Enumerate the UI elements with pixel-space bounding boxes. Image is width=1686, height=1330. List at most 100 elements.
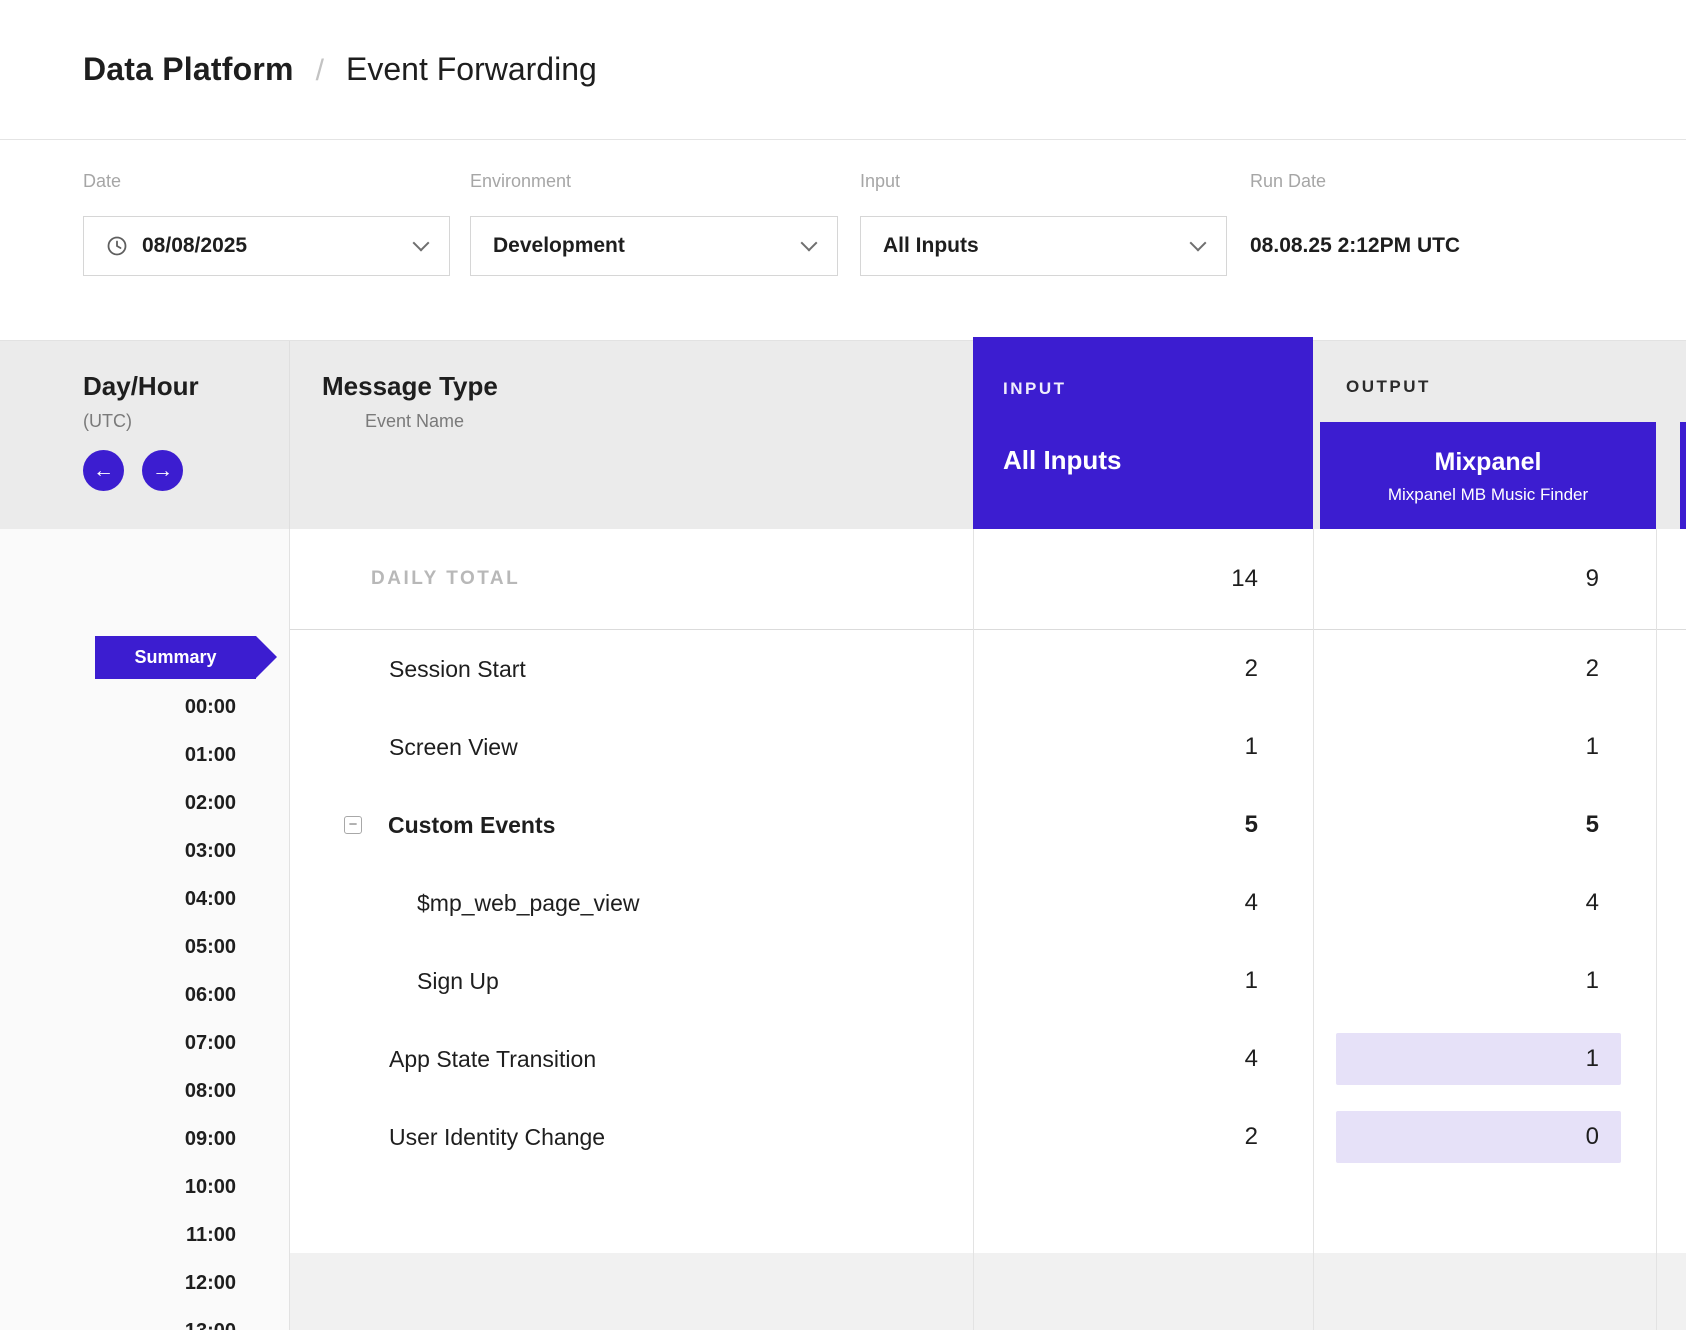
hour-slot[interactable]: 01:00 <box>0 731 289 779</box>
event-name-cell: $mp_web_page_view <box>290 890 973 917</box>
daily-total-input-cell: 14 <box>973 565 1313 593</box>
breadcrumb: Data Platform / Event Forwarding <box>83 51 597 88</box>
input-count-cell: 4 <box>973 1045 1313 1073</box>
event-name-label: Screen View <box>389 734 518 761</box>
arrow-left-icon: ← <box>93 460 114 481</box>
breadcrumb-separator: / <box>316 54 324 88</box>
next-output-column-sliver <box>1680 422 1686 530</box>
breadcrumb-parent-link[interactable]: Data Platform <box>83 51 294 88</box>
hour-slot[interactable]: 05:00 <box>0 923 289 971</box>
output-count-cell: 5 <box>1313 811 1656 839</box>
output-destination-name: Mixpanel <box>1435 448 1542 477</box>
environment-dropdown[interactable]: Development <box>470 216 838 276</box>
hour-slot[interactable]: 06:00 <box>0 971 289 1019</box>
input-dropdown[interactable]: All Inputs <box>860 216 1227 276</box>
summary-row-selector[interactable]: Summary <box>95 636 256 679</box>
hour-slot[interactable]: 03:00 <box>0 827 289 875</box>
output-count-cell: 4 <box>1313 889 1656 917</box>
input-count-cell: 2 <box>973 1123 1313 1151</box>
event-name-label: Custom Events <box>388 812 555 839</box>
run-date-value: 08.08.25 2:12PM UTC <box>1250 216 1460 276</box>
input-count-cell: 5 <box>973 811 1313 839</box>
table-row: User Identity Change 2 0 <box>290 1098 1686 1176</box>
daily-total-label: DAILY TOTAL <box>290 568 973 590</box>
table-footer-strip <box>290 1253 1686 1330</box>
run-date-label: Run Date <box>1250 171 1460 192</box>
hour-slot[interactable]: 13:00 <box>0 1307 289 1330</box>
event-name-label: App State Transition <box>389 1046 596 1073</box>
environment-value: Development <box>493 234 625 258</box>
event-name-label: $mp_web_page_view <box>417 890 640 917</box>
highlighted-output-count[interactable]: 0 <box>1336 1111 1621 1163</box>
day-hour-subtitle: (UTC) <box>83 411 289 432</box>
date-filter-label: Date <box>83 171 450 192</box>
output-count-cell: 1 <box>1313 733 1656 761</box>
filter-bar: Date 08/08/2025 Environment Development … <box>0 141 1686 340</box>
column-divider <box>1656 529 1657 1330</box>
output-count-cell: 0 <box>1313 1111 1656 1163</box>
breadcrumb-bar: Data Platform / Event Forwarding <box>0 0 1686 140</box>
input-filter-group: Input All Inputs <box>860 171 1227 276</box>
hour-slot[interactable]: 12:00 <box>0 1259 289 1307</box>
hour-slot[interactable]: 02:00 <box>0 779 289 827</box>
date-value: 08/08/2025 <box>142 234 247 258</box>
page-title: Event Forwarding <box>346 51 597 88</box>
chevron-down-icon <box>1190 235 1207 252</box>
event-name-cell: Session Start <box>290 656 973 683</box>
message-type-title: Message Type <box>322 371 973 402</box>
hour-slot[interactable]: 10:00 <box>0 1163 289 1211</box>
environment-filter-label: Environment <box>470 171 838 192</box>
hour-list: 00:00 01:00 02:00 03:00 04:00 05:00 06:0… <box>0 683 289 1330</box>
hour-slot[interactable]: 08:00 <box>0 1067 289 1115</box>
hour-slot[interactable]: 07:00 <box>0 1019 289 1067</box>
input-column-header[interactable]: INPUT All Inputs <box>973 337 1313 530</box>
input-filter-label: Input <box>860 171 1227 192</box>
input-count-cell: 4 <box>973 889 1313 917</box>
chevron-down-icon <box>413 235 430 252</box>
event-name-label: Session Start <box>389 656 526 683</box>
date-filter-group: Date 08/08/2025 <box>83 171 450 276</box>
event-name-label: User Identity Change <box>389 1124 605 1151</box>
input-count-cell: 1 <box>973 967 1313 995</box>
input-count-cell: 1 <box>973 733 1313 761</box>
hour-slot[interactable]: 04:00 <box>0 875 289 923</box>
time-column: Summary 00:00 01:00 02:00 03:00 04:00 05… <box>0 529 290 1330</box>
chevron-down-icon <box>801 235 818 252</box>
output-count-cell: 2 <box>1313 655 1656 683</box>
day-nav: ← → <box>83 450 289 491</box>
environment-filter-group: Environment Development <box>470 171 838 276</box>
table-row: Screen View 1 1 <box>290 708 1686 786</box>
daily-total-output-cell: 9 <box>1313 565 1656 593</box>
event-name-cell: Sign Up <box>290 968 973 995</box>
clock-icon <box>106 235 128 257</box>
table-body: DAILY TOTAL 14 9 Session Start 2 2 Scree… <box>290 529 1686 1330</box>
previous-day-button[interactable]: ← <box>83 450 124 491</box>
collapse-toggle-icon[interactable]: − <box>344 816 362 834</box>
day-hour-title: Day/Hour <box>83 371 289 402</box>
hour-slot[interactable]: 09:00 <box>0 1115 289 1163</box>
input-column-value: All Inputs <box>1003 445 1313 476</box>
event-forwarding-page: Data Platform / Event Forwarding Date 08… <box>0 0 1686 1330</box>
next-day-button[interactable]: → <box>142 450 183 491</box>
message-type-header: Message Type Event Name <box>290 341 973 529</box>
output-count-cell: 1 <box>1313 1033 1656 1085</box>
event-name-label: Sign Up <box>417 968 499 995</box>
event-name-cell: App State Transition <box>290 1046 973 1073</box>
message-type-subtitle: Event Name <box>322 411 973 432</box>
table-row: Session Start 2 2 <box>290 630 1686 708</box>
input-count-cell: 2 <box>973 655 1313 683</box>
highlighted-output-count[interactable]: 1 <box>1336 1033 1621 1085</box>
input-value: All Inputs <box>883 234 979 258</box>
output-column-header: OUTPUT Mixpanel Mixpanel MB Music Finder <box>1313 341 1686 529</box>
day-hour-header: Day/Hour (UTC) ← → <box>0 341 290 529</box>
output-destination-header[interactable]: Mixpanel Mixpanel MB Music Finder <box>1320 422 1656 530</box>
run-date-group: Run Date 08.08.25 2:12PM UTC <box>1250 171 1460 276</box>
hour-slot[interactable]: 11:00 <box>0 1211 289 1259</box>
event-name-cell: − Custom Events <box>290 812 973 839</box>
output-count-cell: 1 <box>1313 967 1656 995</box>
date-dropdown[interactable]: 08/08/2025 <box>83 216 450 276</box>
table-row: $mp_web_page_view 4 4 <box>290 864 1686 942</box>
column-divider <box>973 529 974 1330</box>
hour-slot[interactable]: 00:00 <box>0 683 289 731</box>
output-destination-subtitle: Mixpanel MB Music Finder <box>1388 485 1588 505</box>
